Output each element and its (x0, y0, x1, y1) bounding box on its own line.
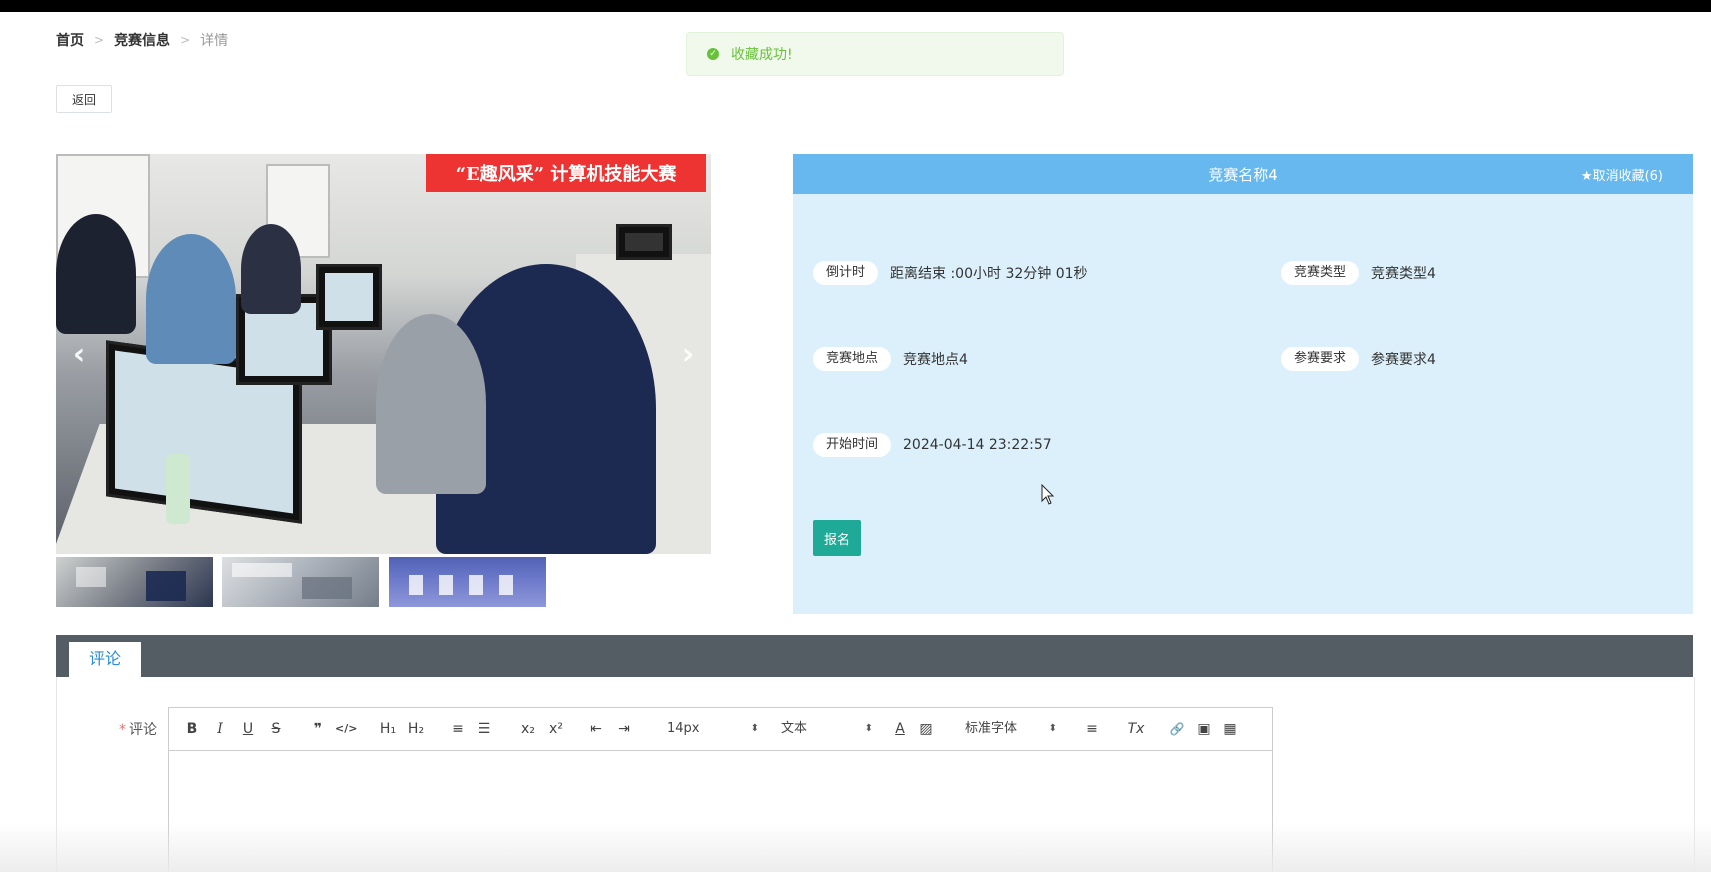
font-size-select[interactable]: 14px ⬍ (667, 708, 759, 750)
toast-message: 收藏成功! (731, 47, 793, 63)
underline-icon[interactable]: U (239, 708, 257, 750)
h1-icon[interactable]: H₁ (377, 708, 399, 750)
mouse-cursor-icon (1041, 484, 1055, 505)
banner-text: “E趣风采” 计算机技能大赛 (455, 164, 677, 185)
header-value: 文本 (781, 721, 808, 736)
success-toast: ✓ 收藏成功! (686, 32, 1064, 76)
monitor (616, 224, 672, 260)
signup-button[interactable]: 报名 (813, 520, 861, 556)
link-icon[interactable]: 🔗 (1167, 708, 1187, 750)
requirement-row: 参赛要求 参赛要求4 (1281, 347, 1436, 371)
info-header: 竞赛名称4 ★取消收藏(6) (793, 154, 1693, 194)
person (146, 234, 236, 364)
updown-icon: ⬍ (750, 723, 759, 734)
tab-comment[interactable]: 评论 (69, 642, 141, 677)
header-select[interactable]: 文本 ⬍ (781, 708, 873, 750)
type-row: 竞赛类型 竞赛类型4 (1281, 261, 1436, 285)
indent-icon[interactable]: ⇥ (615, 708, 633, 750)
font-family-value: 标准字体 (965, 721, 1018, 736)
font-size-value: 14px (667, 721, 700, 736)
image-icon[interactable]: ▣ (1195, 708, 1213, 750)
person (241, 224, 301, 314)
top-bar (0, 0, 1711, 12)
monitor (316, 264, 382, 330)
unfavorite-button[interactable]: ★取消收藏(6) (1581, 165, 1663, 184)
text-color-icon[interactable]: A (891, 708, 909, 750)
comment-section: * 评论 B I U S ❞ </> H₁ H₂ ≡ ☰ x₂ x² ⇤ ⇥ 14… (56, 677, 1695, 872)
required-mark: * (119, 722, 126, 738)
countdown-value: 距离结束 :00小时 32分钟 01秒 (890, 266, 1088, 282)
carousel-next-arrow[interactable]: › (673, 335, 703, 375)
h2-icon[interactable]: H₂ (405, 708, 427, 750)
place-label: 竞赛地点 (813, 347, 892, 371)
editor-content[interactable] (169, 751, 1272, 872)
clean-format-icon[interactable]: Tx (1125, 708, 1147, 750)
carousel-thumbnail[interactable] (389, 557, 546, 607)
bullet-list-icon[interactable]: ☰ (475, 708, 493, 750)
outdent-icon[interactable]: ⇤ (587, 708, 605, 750)
code-icon[interactable]: </> (335, 708, 357, 750)
start-time-label: 开始时间 (813, 433, 892, 457)
place-row: 竞赛地点 竞赛地点4 (813, 347, 968, 371)
person (376, 314, 486, 494)
tabs-bar: 评论 (56, 635, 1693, 677)
requirement-label: 参赛要求 (1281, 347, 1360, 371)
bold-icon[interactable]: B (183, 708, 201, 750)
requirement-value: 参赛要求4 (1371, 352, 1436, 368)
carousel-main-image[interactable]: “E趣风采” 计算机技能大赛 (56, 154, 711, 554)
breadcrumb-separator: > (94, 33, 105, 47)
video-icon[interactable]: ▦ (1221, 708, 1239, 750)
strike-icon[interactable]: S (267, 708, 285, 750)
carousel-prev-arrow[interactable]: ‹ (64, 335, 94, 375)
carousel-thumbnail[interactable] (222, 557, 379, 607)
check-circle-icon: ✓ (707, 48, 719, 60)
start-time-value: 2024-04-14 23:22:57 (903, 437, 1052, 453)
subscript-icon[interactable]: x₂ (517, 708, 539, 750)
carousel-thumbnail[interactable] (56, 557, 213, 607)
breadcrumb-current: 详情 (200, 33, 229, 49)
competition-info-panel: 竞赛名称4 ★取消收藏(6) 倒计时 距离结束 :00小时 32分钟 01秒 竞… (793, 154, 1693, 614)
place-value: 竞赛地点4 (903, 352, 968, 368)
background-color-icon[interactable]: ▨ (917, 708, 935, 750)
font-family-select[interactable]: 标准字体 ⬍ (965, 708, 1057, 750)
bottle (166, 454, 190, 524)
countdown-row: 倒计时 距离结束 :00小时 32分钟 01秒 (813, 261, 1088, 285)
breadcrumb-separator: > (180, 33, 191, 47)
rich-text-editor: B I U S ❞ </> H₁ H₂ ≡ ☰ x₂ x² ⇤ ⇥ 14px ⬍ … (168, 707, 1273, 872)
banner: “E趣风采” 计算机技能大赛 (426, 154, 706, 192)
editor-toolbar: B I U S ❞ </> H₁ H₂ ≡ ☰ x₂ x² ⇤ ⇥ 14px ⬍ … (169, 708, 1272, 751)
ordered-list-icon[interactable]: ≡ (449, 708, 467, 750)
start-time-row: 开始时间 2024-04-14 23:22:57 (813, 433, 1052, 457)
italic-icon[interactable]: I (211, 708, 229, 750)
superscript-icon[interactable]: x² (545, 708, 567, 750)
back-button[interactable]: 返回 (56, 85, 112, 113)
breadcrumb: 首页 > 竞赛信息 > 详情 (56, 30, 228, 50)
person (56, 214, 136, 334)
updown-icon: ⬍ (1048, 723, 1057, 734)
type-label: 竞赛类型 (1281, 261, 1360, 285)
align-icon[interactable]: ≡ (1083, 708, 1101, 750)
breadcrumb-competition-info[interactable]: 竞赛信息 (114, 30, 170, 50)
countdown-label: 倒计时 (813, 261, 879, 285)
updown-icon: ⬍ (864, 723, 873, 734)
comment-label: * 评论 (119, 719, 157, 739)
comment-label-text: 评论 (129, 722, 157, 738)
breadcrumb-home[interactable]: 首页 (56, 30, 84, 50)
type-value: 竞赛类型4 (1371, 266, 1436, 282)
quote-icon[interactable]: ❞ (309, 708, 327, 750)
competition-title: 竞赛名称4 (1208, 166, 1278, 184)
